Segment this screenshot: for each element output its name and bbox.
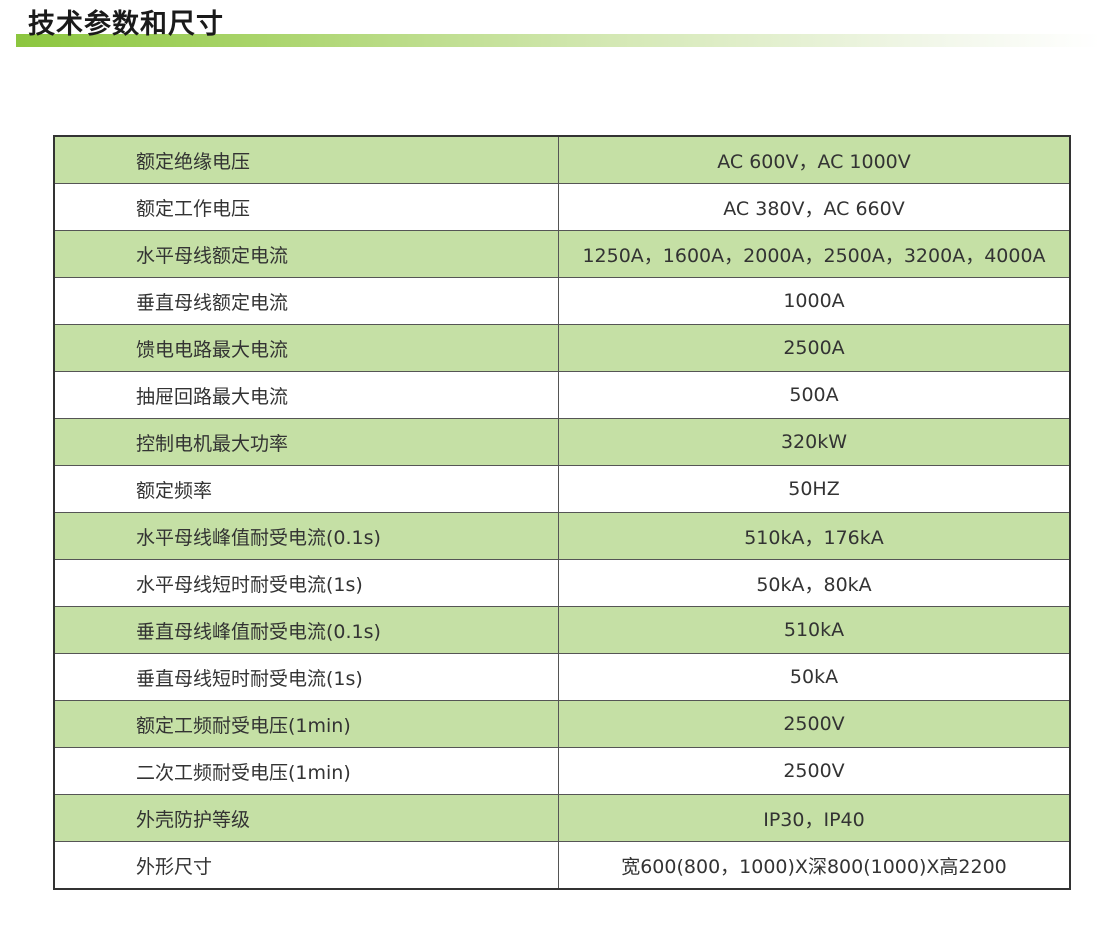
spec-label: 垂直母线额定电流 xyxy=(53,277,559,325)
spec-value: AC 380V，AC 660V xyxy=(558,183,1071,231)
table-row: 额定频率 50HZ xyxy=(53,465,1071,513)
spec-label: 额定工作电压 xyxy=(53,183,559,231)
spec-value: 320kW xyxy=(558,418,1071,466)
spec-label: 额定工频耐受电压(1min) xyxy=(53,700,559,748)
spec-value: 500A xyxy=(558,371,1071,419)
spec-label: 水平母线峰值耐受电流(0.1s) xyxy=(53,512,559,560)
table-row: 额定工作电压 AC 380V，AC 660V xyxy=(53,183,1071,231)
spec-value: 2500A xyxy=(558,324,1071,372)
section-header: 技术参数和尺寸 xyxy=(0,0,1100,52)
page-title: 技术参数和尺寸 xyxy=(28,9,224,40)
spec-label: 馈电电路最大电流 xyxy=(53,324,559,372)
spec-label: 垂直母线短时耐受电流(1s) xyxy=(53,653,559,701)
spec-value: 宽600(800，1000)X深800(1000)X高2200 xyxy=(558,841,1071,890)
spec-value: 510kA，176kA xyxy=(558,512,1071,560)
table-row: 控制电机最大功率 320kW xyxy=(53,418,1071,466)
spec-value: IP30，IP40 xyxy=(558,794,1071,842)
table-row: 外形尺寸 宽600(800，1000)X深800(1000)X高2200 xyxy=(53,841,1071,890)
spec-label: 控制电机最大功率 xyxy=(53,418,559,466)
spec-value: AC 600V，AC 1000V xyxy=(558,135,1071,184)
spec-table: 额定绝缘电压 AC 600V，AC 1000V 额定工作电压 AC 380V，A… xyxy=(53,135,1071,890)
spec-value: 1250A，1600A，2000A，2500A，3200A，4000A xyxy=(558,230,1071,278)
table-row: 额定工频耐受电压(1min) 2500V xyxy=(53,700,1071,748)
spec-label: 水平母线短时耐受电流(1s) xyxy=(53,559,559,607)
table-row: 二次工频耐受电压(1min) 2500V xyxy=(53,747,1071,795)
table-row: 垂直母线短时耐受电流(1s) 50kA xyxy=(53,653,1071,701)
spec-value: 2500V xyxy=(558,700,1071,748)
table-row: 垂直母线峰值耐受电流(0.1s) 510kA xyxy=(53,606,1071,654)
spec-value: 50kA，80kA xyxy=(558,559,1071,607)
spec-label: 额定频率 xyxy=(53,465,559,513)
table-row: 水平母线短时耐受电流(1s) 50kA，80kA xyxy=(53,559,1071,607)
spec-value: 50HZ xyxy=(558,465,1071,513)
spec-label: 抽屉回路最大电流 xyxy=(53,371,559,419)
table-row: 水平母线额定电流 1250A，1600A，2000A，2500A，3200A，4… xyxy=(53,230,1071,278)
spec-label: 二次工频耐受电压(1min) xyxy=(53,747,559,795)
spec-label: 外形尺寸 xyxy=(53,841,559,890)
table-row: 外壳防护等级 IP30，IP40 xyxy=(53,794,1071,842)
spec-value: 2500V xyxy=(558,747,1071,795)
spec-value: 510kA xyxy=(558,606,1071,654)
table-row: 垂直母线额定电流 1000A xyxy=(53,277,1071,325)
table-row: 馈电电路最大电流 2500A xyxy=(53,324,1071,372)
spec-label: 额定绝缘电压 xyxy=(53,135,559,184)
table-row: 额定绝缘电压 AC 600V，AC 1000V xyxy=(53,135,1071,184)
spec-label: 垂直母线峰值耐受电流(0.1s) xyxy=(53,606,559,654)
spec-label: 水平母线额定电流 xyxy=(53,230,559,278)
spec-label: 外壳防护等级 xyxy=(53,794,559,842)
spec-value: 1000A xyxy=(558,277,1071,325)
spec-value: 50kA xyxy=(558,653,1071,701)
table-row: 抽屉回路最大电流 500A xyxy=(53,371,1071,419)
table-row: 水平母线峰值耐受电流(0.1s) 510kA，176kA xyxy=(53,512,1071,560)
